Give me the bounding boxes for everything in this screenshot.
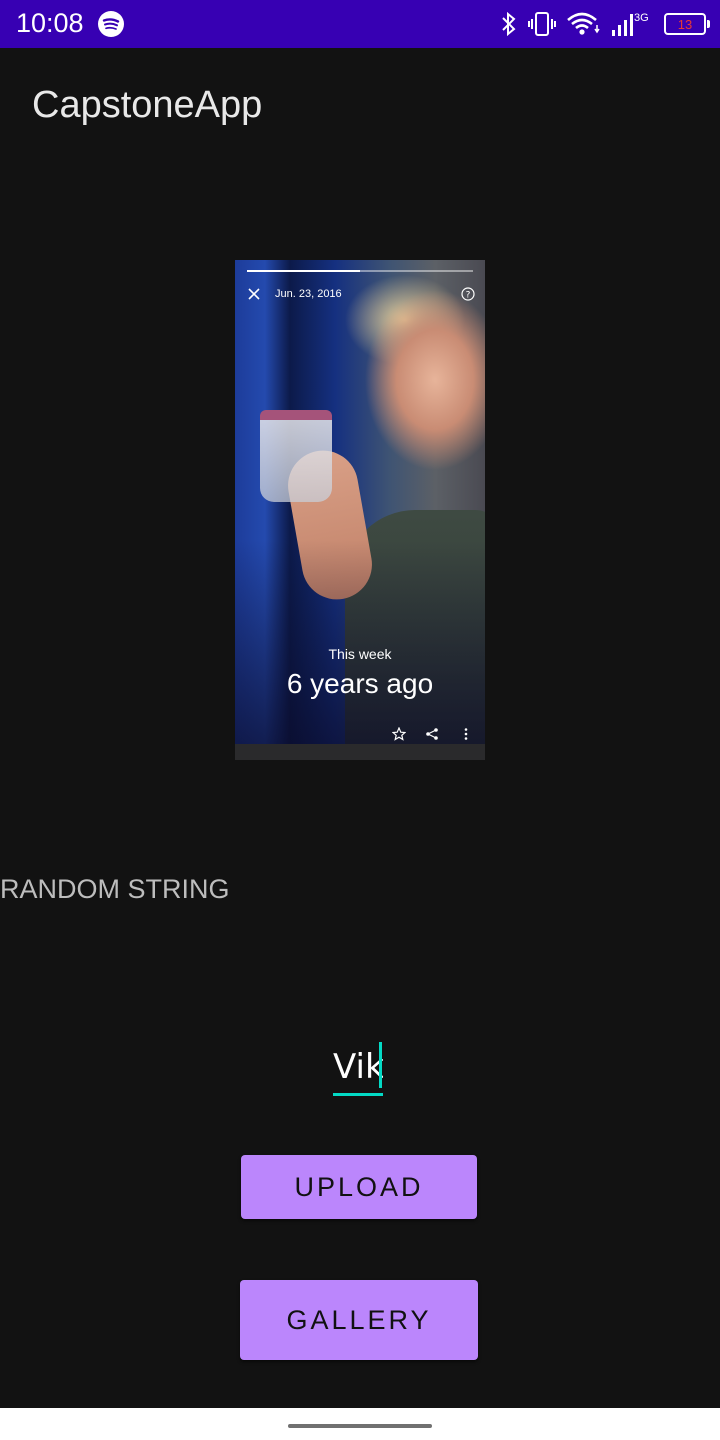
close-icon bbox=[248, 288, 260, 300]
spotify-icon bbox=[98, 11, 124, 37]
vibrate-icon bbox=[528, 12, 556, 36]
text-cursor bbox=[379, 1042, 382, 1088]
help-icon: ? bbox=[461, 287, 475, 301]
share-icon bbox=[426, 728, 438, 740]
memory-date: Jun. 23, 2016 bbox=[275, 288, 342, 300]
preview-bottom-strip bbox=[235, 744, 485, 760]
name-input[interactable] bbox=[333, 1042, 383, 1092]
network-type-label: 3G bbox=[634, 12, 649, 24]
battery-icon: 13 bbox=[664, 13, 710, 35]
story-progress-fill bbox=[247, 270, 360, 272]
story-progress-bar bbox=[247, 270, 473, 272]
random-string-label: RANDOM STRING bbox=[0, 874, 230, 904]
status-time: 10:08 bbox=[16, 8, 84, 38]
bluetooth-icon bbox=[502, 11, 516, 37]
image-preview[interactable]: Jun. 23, 2016 ? This week 6 years ago bbox=[235, 260, 485, 760]
memory-headline: 6 years ago bbox=[286, 668, 434, 699]
battery-level: 13 bbox=[677, 16, 693, 32]
star-icon bbox=[392, 727, 406, 741]
more-vert-icon bbox=[464, 728, 468, 740]
app-title: CapstoneApp bbox=[32, 84, 263, 126]
wifi-icon bbox=[567, 12, 600, 35]
navigation-bar bbox=[0, 1408, 720, 1440]
photo-cup bbox=[260, 410, 332, 502]
home-gesture-handle[interactable] bbox=[288, 1424, 432, 1428]
name-field[interactable] bbox=[333, 1042, 383, 1096]
memory-subtitle: This week bbox=[328, 646, 392, 662]
svg-text:?: ? bbox=[466, 290, 471, 300]
status-bar: 10:08 3G 13 bbox=[0, 0, 720, 48]
upload-button[interactable]: UPLOAD bbox=[241, 1155, 477, 1219]
name-field-underline bbox=[333, 1093, 383, 1096]
signal-icon: 3G bbox=[612, 12, 649, 36]
gallery-button[interactable]: GALLERY bbox=[240, 1280, 478, 1360]
